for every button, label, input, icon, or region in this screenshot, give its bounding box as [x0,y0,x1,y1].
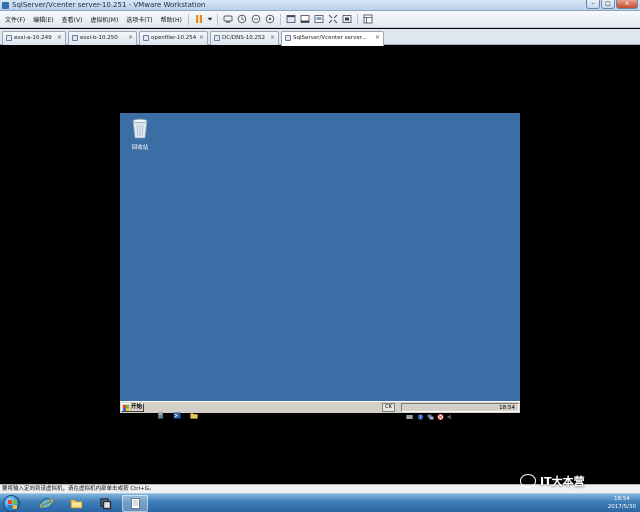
host-clock[interactable]: 18:54 2017/5/30 [608,495,636,511]
menu-vm[interactable]: 虚拟机(M) [87,15,121,24]
guest-desktop[interactable]: 回收站 开始 CK ? 18:54 [120,113,520,421]
minimize-button[interactable]: – [586,0,600,9]
vm-icon [285,35,291,41]
guest-taskbar: 开始 CK ? 18:54 [120,401,520,421]
guest-system-tray: CK ? 18:54 [382,403,519,421]
vmware-workstation-icon[interactable] [92,495,118,512]
send-ctrl-alt-del-icon[interactable] [222,13,234,25]
tab-label: esxi-a-10.249 [14,35,52,41]
toolbar-separator [356,13,358,25]
maximize-button[interactable]: □ [601,0,615,9]
menu-help[interactable]: 帮助(H) [158,15,185,24]
menu-tabs[interactable]: 选项卡(T) [123,15,155,24]
powershell-icon[interactable] [173,404,181,419]
tab-label: SqlServer/Vcenter server... [293,35,367,41]
tab-close-icon[interactable]: × [128,32,133,44]
guest-clock[interactable]: 18:54 [499,404,515,412]
console-view-icon[interactable] [299,13,311,25]
folder-icon[interactable] [190,404,198,419]
tab-openfiler[interactable]: openfiler-10.254 × [139,31,208,45]
server-manager-icon[interactable] [157,404,165,419]
tab-dc-dns[interactable]: DC/DNS-10.252 × [210,31,279,45]
watermark-text: IT大本营 [540,475,585,488]
windows-flag-icon [123,405,129,411]
tab-sqlserver-vcenter[interactable]: SqlServer/Vcenter server... × [281,31,384,46]
stretch-icon[interactable] [341,13,353,25]
wechat-icon [520,474,536,488]
library-icon[interactable] [362,13,374,25]
keyboard-icon[interactable] [406,405,413,419]
start-label: 开始 [131,404,143,410]
tab-close-icon[interactable]: × [375,32,380,44]
start-orb[interactable] [3,495,20,512]
snapshot-icon[interactable] [236,13,248,25]
thumbnail-icon[interactable] [313,13,325,25]
dropdown-icon[interactable] [207,13,213,25]
snapshot-manager-icon[interactable] [264,13,276,25]
internet-explorer-icon[interactable] [33,495,59,512]
vm-icon [6,35,12,41]
vm-icon [214,35,220,41]
tab-esxi-a[interactable]: esxi-a-10.249 × [2,31,66,45]
security-alert-icon[interactable] [437,405,444,421]
vm-icon [72,35,78,41]
recycle-bin-icon [132,118,148,139]
help-icon[interactable]: ? [417,405,424,421]
recycle-bin[interactable]: 回收站 [128,117,152,151]
recycle-bin-label: 回收站 [131,145,149,151]
toolbar-separator [187,13,189,25]
vmware-workstation-window: SqlServer/Vcenter server-10.251 - VMware… [0,0,640,512]
unity-icon[interactable] [327,13,339,25]
notepad-icon[interactable] [122,495,148,512]
tab-close-icon[interactable]: × [57,32,62,44]
menu-view[interactable]: 查看(V) [59,15,86,24]
ime-indicator[interactable]: CK [382,403,395,412]
tab-close-icon[interactable]: × [270,32,275,44]
pause-icon[interactable] [193,13,205,25]
menu-edit[interactable]: 编辑(E) [30,15,56,24]
revert-snapshot-icon[interactable] [250,13,262,25]
menu-file[interactable]: 文件(F) [2,15,28,24]
guest-start-button[interactable]: 开始 [121,403,144,412]
vmware-app-icon [2,2,9,9]
toolbar-separator [216,13,218,25]
tab-label: openfiler-10.254 [151,35,197,41]
host-time: 18:54 [613,496,630,502]
windows-explorer-icon[interactable] [63,495,89,512]
toolbar-separator [279,13,281,25]
fullscreen-icon[interactable] [285,13,297,25]
title-bar: SqlServer/Vcenter server-10.251 - VMware… [0,0,640,11]
volume-icon[interactable] [447,405,454,420]
tab-esxi-b[interactable]: esxi-b-10.250 × [68,31,137,45]
host-system-tray: 18:54 2017/5/30 [530,494,640,512]
tab-label: esxi-b-10.250 [80,35,118,41]
close-button[interactable]: x [616,0,638,9]
menu-bar: 文件(F) 编辑(E) 查看(V) 虚拟机(M) 选项卡(T) 帮助(H) [0,11,640,28]
tab-label: DC/DNS-10.252 [222,35,265,41]
window-title: SqlServer/Vcenter server-10.251 - VMware… [12,1,206,9]
host-date: 2017/5/30 [607,504,636,510]
network-icon[interactable] [427,405,434,420]
tab-close-icon[interactable]: × [199,32,204,44]
vm-icon [143,35,149,41]
window-controls: – □ x [586,0,638,11]
status-hint: 要将输入定向到该虚拟机，请在虚拟机内部单击或按 Ctrl+G。 [2,486,155,492]
watermark: IT大本营 [520,470,585,492]
vm-tab-bar: esxi-a-10.249 × esxi-b-10.250 × openfile… [0,29,640,46]
host-taskbar: 18:54 2017/5/30 [0,493,640,512]
